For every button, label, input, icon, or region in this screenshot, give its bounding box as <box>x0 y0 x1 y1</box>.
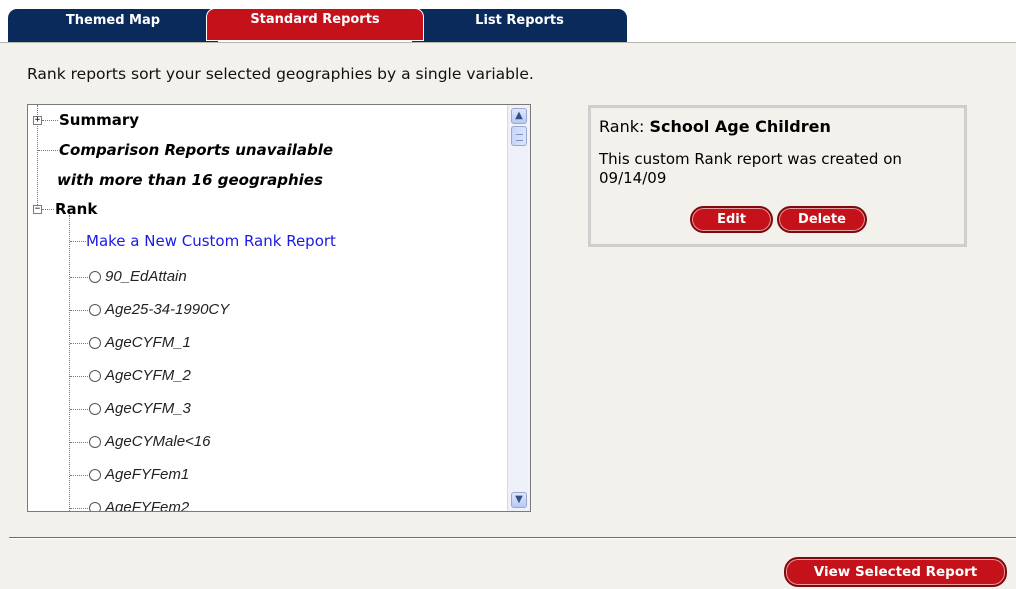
tree-line <box>70 442 88 443</box>
radio-item-0[interactable] <box>89 271 101 283</box>
tab-list-reports[interactable]: List Reports <box>412 9 627 42</box>
divider <box>9 537 1016 539</box>
radio-item-1[interactable] <box>89 304 101 316</box>
tab-themed-map[interactable]: Themed Map <box>8 9 218 42</box>
radio-item-3[interactable] <box>89 370 101 382</box>
plus-box-icon[interactable]: + <box>33 116 42 125</box>
tree-line <box>70 376 88 377</box>
tree-line <box>70 508 88 509</box>
reports-panel: Rank reports sort your selected geograph… <box>0 42 1016 589</box>
item-label-6[interactable]: AgeFYFem1 <box>105 466 189 484</box>
tree-node-comparison-line1: Comparison Reports unavailable <box>59 141 334 159</box>
radio-item-2[interactable] <box>89 337 101 349</box>
info-rank-name: School Age Children <box>649 117 831 136</box>
tree-line <box>69 215 70 511</box>
make-new-custom-rank-report-link[interactable]: Make a New Custom Rank Report <box>86 231 336 251</box>
radio-item-7[interactable] <box>89 502 101 511</box>
view-selected-report-button[interactable]: View Selected Report <box>784 557 1007 587</box>
minus-box-icon[interactable]: − <box>33 205 42 214</box>
scroll-up-arrow-icon[interactable]: ▲ <box>511 108 527 124</box>
tree-scrollbar[interactable]: ▲ ▼ <box>507 105 530 511</box>
tree-line <box>70 277 88 278</box>
info-rank-line: Rank: School Age Children <box>599 117 831 136</box>
tree-line <box>70 310 88 311</box>
tree-line <box>42 209 54 210</box>
report-tree: + Summary Comparison Reports unavailable… <box>27 104 531 512</box>
tree-line <box>70 409 88 410</box>
tree-line <box>42 120 58 121</box>
radio-item-5[interactable] <box>89 436 101 448</box>
selected-report-info: Rank: School Age Children This custom Ra… <box>588 105 967 247</box>
item-label-2[interactable]: AgeCYFM_1 <box>105 334 191 352</box>
radio-item-4[interactable] <box>89 403 101 415</box>
info-description: This custom Rank report was created on 0… <box>599 150 902 187</box>
edit-button[interactable]: Edit <box>690 206 773 233</box>
item-label-0[interactable]: 90_EdAttain <box>105 268 187 286</box>
tree-node-summary[interactable]: Summary <box>59 110 139 130</box>
scroll-down-arrow-icon[interactable]: ▼ <box>511 492 527 508</box>
tree-line <box>38 150 58 151</box>
item-label-5[interactable]: AgeCYMale<16 <box>105 433 210 451</box>
report-tree-content: + Summary Comparison Reports unavailable… <box>28 105 506 511</box>
item-label-1[interactable]: Age25-34-1990CY <box>105 301 229 319</box>
tab-list-reports-label: List Reports <box>475 13 564 28</box>
tree-node-rank[interactable]: Rank <box>55 199 97 219</box>
scrollbar-thumb[interactable] <box>511 126 527 146</box>
tree-line <box>70 475 88 476</box>
tab-standard-reports-label: Standard Reports <box>250 12 380 27</box>
intro-text: Rank reports sort your selected geograph… <box>27 65 534 83</box>
tree-line <box>70 241 86 242</box>
tab-themed-map-label: Themed Map <box>65 13 161 28</box>
tab-bar: Themed Map List Reports Standard Reports <box>0 0 1016 44</box>
tree-node-comparison-line2: with more than 16 geographies <box>57 171 323 189</box>
info-rank-prefix: Rank: <box>599 117 645 136</box>
tab-standard-reports[interactable]: Standard Reports <box>206 8 424 41</box>
tree-line <box>70 343 88 344</box>
item-label-3[interactable]: AgeCYFM_2 <box>105 367 191 385</box>
item-label-7[interactable]: AgeFYFem2 <box>105 499 189 511</box>
radio-item-6[interactable] <box>89 469 101 481</box>
item-label-4[interactable]: AgeCYFM_3 <box>105 400 191 418</box>
delete-button[interactable]: Delete <box>777 206 867 233</box>
